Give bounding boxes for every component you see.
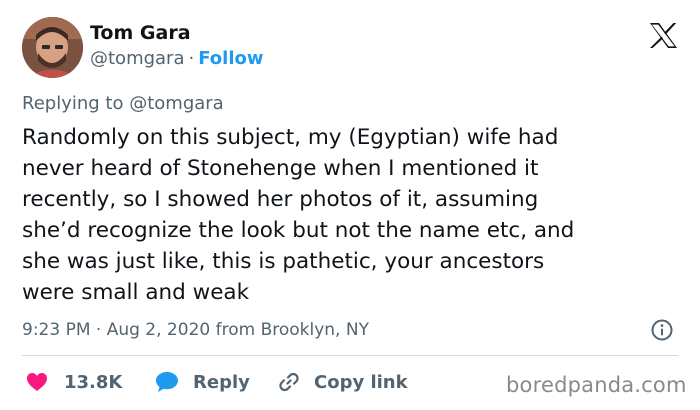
tweet-text-line: never heard of Stonehenge when I mention… — [22, 156, 539, 181]
like-count: 13.8K — [64, 371, 123, 393]
info-icon[interactable] — [651, 319, 673, 341]
tweet-text-line: were small and weak — [22, 280, 250, 305]
reply-button[interactable]: Reply — [155, 369, 250, 395]
like-button[interactable]: 13.8K — [26, 369, 122, 395]
heart-icon — [26, 372, 48, 392]
separator-dot: · — [188, 48, 195, 69]
author-name[interactable]: Tom Gara — [90, 21, 191, 45]
tweet-card: Tom Gara @tomgara · Follow Replying to @to… — [0, 0, 700, 410]
tweet-text-line: recently, so I showed her photos of it, … — [22, 187, 539, 212]
watermark: boredpanda.com — [506, 373, 687, 397]
follow-button[interactable]: Follow — [198, 48, 263, 69]
reply-label: Reply — [193, 371, 250, 393]
copy-link-button[interactable]: Copy link — [278, 369, 408, 395]
tweet-text-line: she’d recognize the look but not the nam… — [22, 218, 575, 243]
tweet-timestamp[interactable]: 9:23 PM · Aug 2, 2020 from Brooklyn, NY — [22, 318, 369, 342]
author-handle[interactable]: @tomgara — [90, 48, 185, 69]
divider — [22, 355, 678, 356]
tweet-text-line: Randomly on this subject, my (Egyptian) … — [22, 125, 559, 150]
avatar-image — [22, 17, 83, 78]
x-logo-icon[interactable] — [649, 22, 678, 49]
replying-to: Replying to @tomgara — [22, 92, 224, 116]
tweet-text-line: she was just like, this is pathetic, you… — [22, 249, 545, 274]
speech-bubble-icon — [155, 371, 179, 393]
replying-to-prefix: Replying to — [22, 93, 124, 114]
link-icon — [278, 371, 300, 393]
copy-link-label: Copy link — [314, 371, 408, 393]
replying-to-handle[interactable]: @tomgara — [129, 93, 224, 114]
author-handle-row: @tomgara · Follow — [90, 47, 264, 71]
avatar[interactable] — [22, 17, 83, 78]
tweet-text: Randomly on this subject, my (Egyptian) … — [22, 122, 682, 308]
